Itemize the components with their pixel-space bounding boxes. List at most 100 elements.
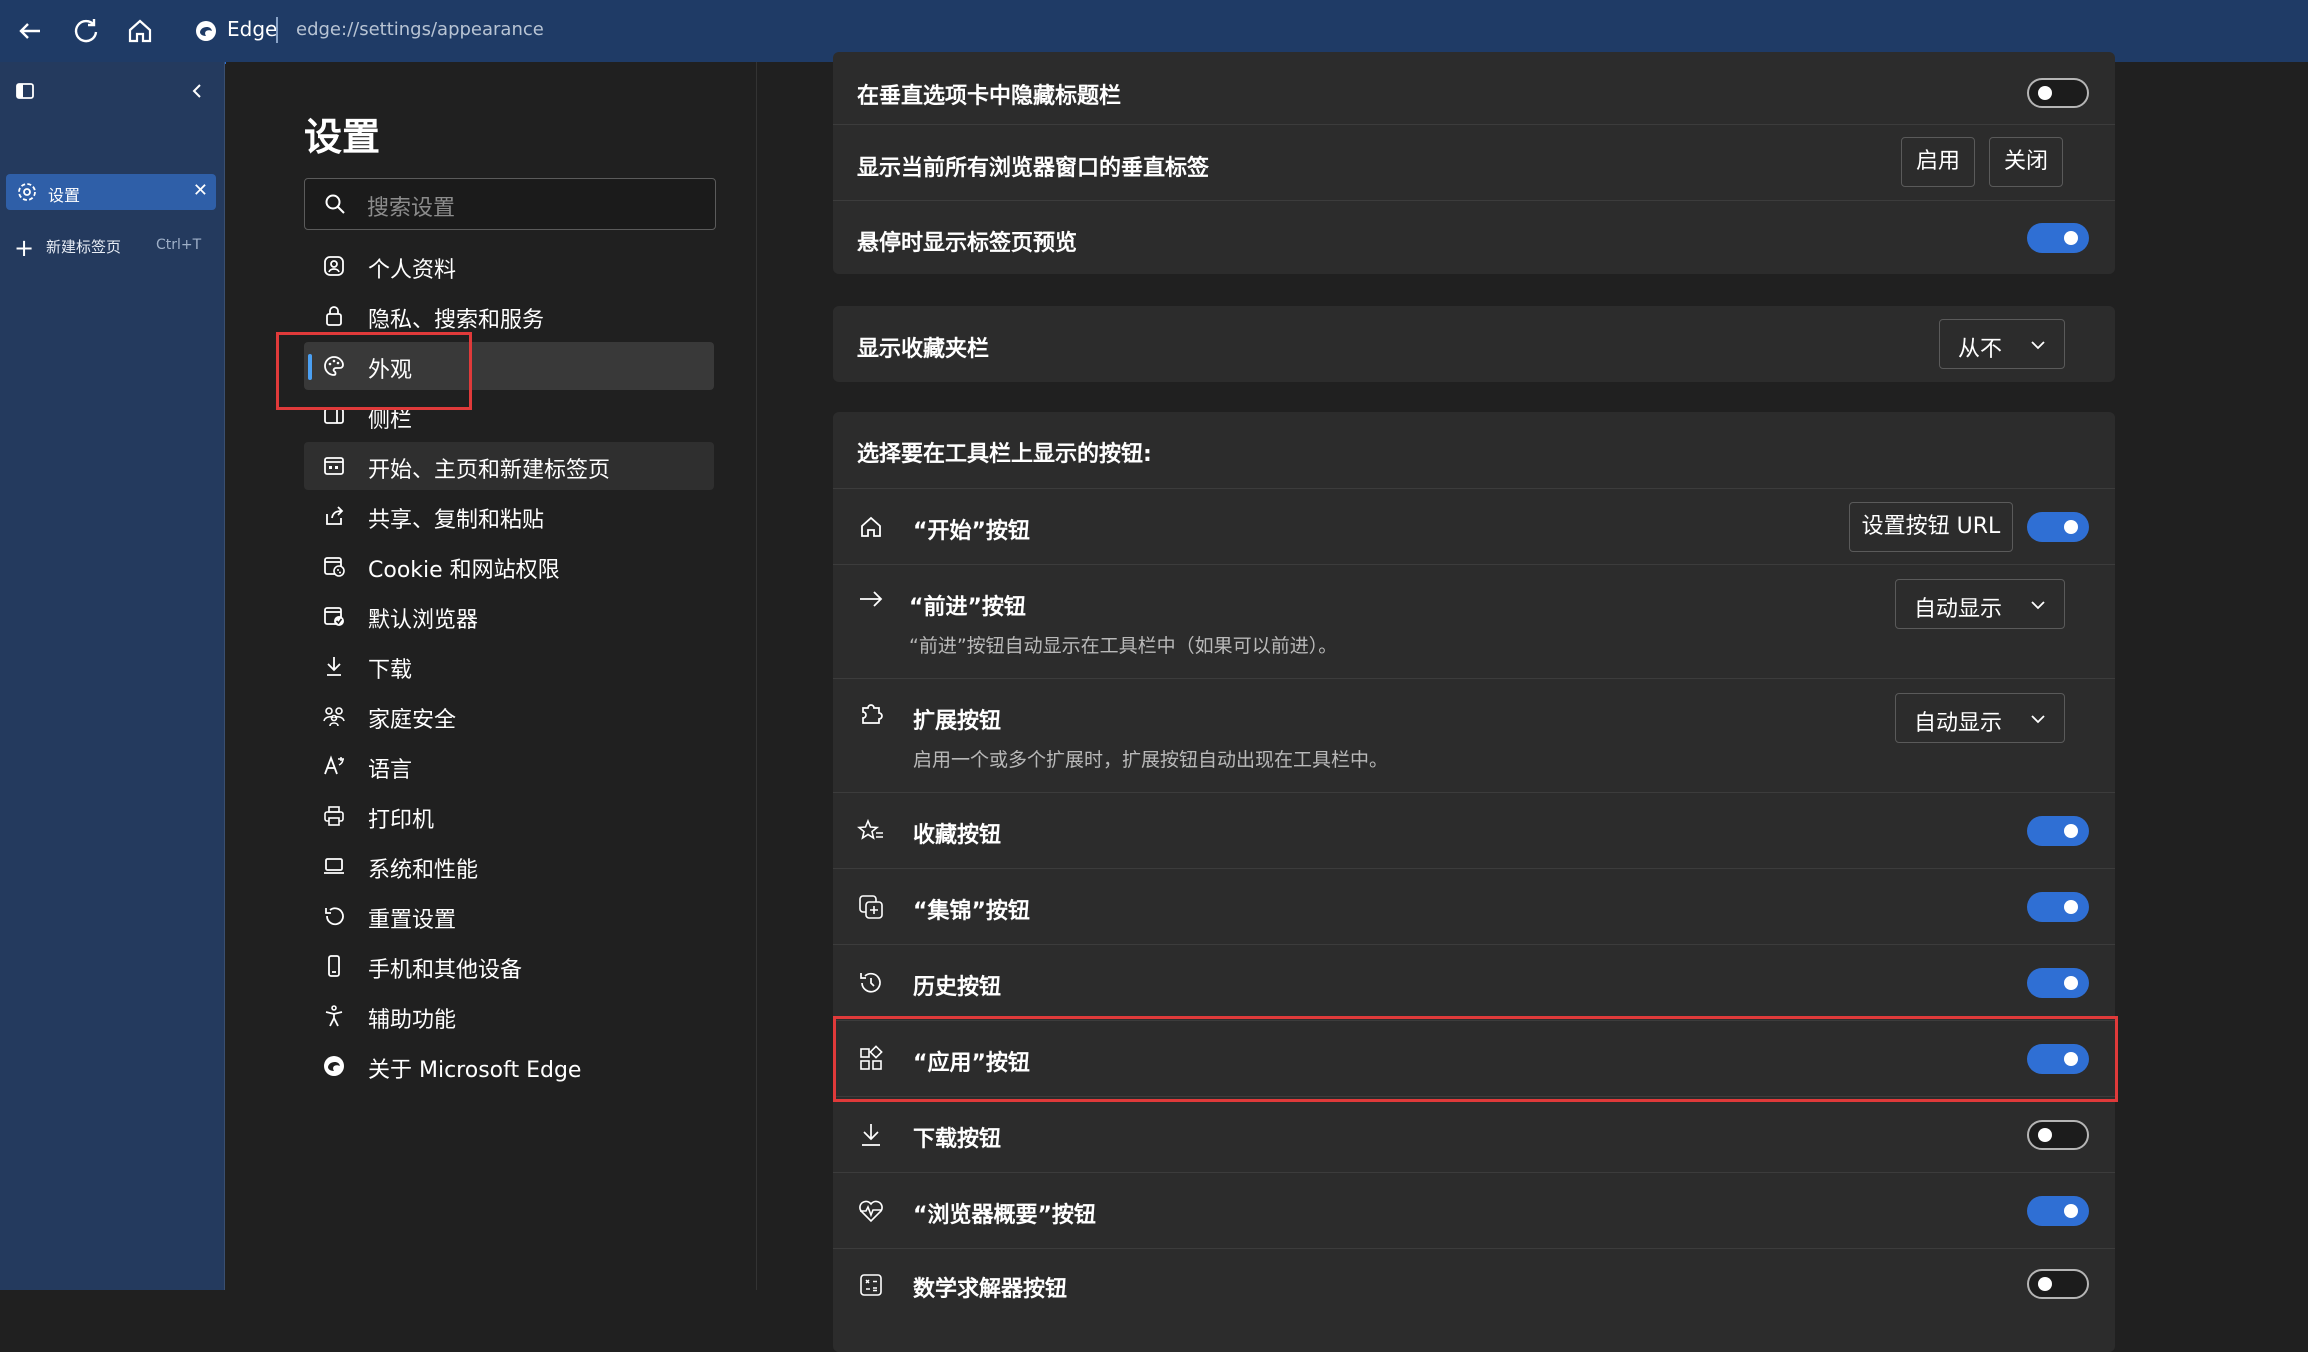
setting-label: “浏览器概要”按钮 <box>913 1203 1096 1228</box>
nav-item-reset[interactable]: 重置设置 <box>304 892 714 940</box>
favorites-bar-dropdown[interactable]: 从不 <box>1939 319 2065 369</box>
nav-item-label: 共享、复制和粘贴 <box>368 508 545 533</box>
nav-item-downloads[interactable]: 下载 <box>304 642 714 690</box>
vertical-tabs-card: 在垂直选项卡中隐藏标题栏 显示当前所有浏览器窗口的垂直标签 启用 关闭 悬停时显… <box>833 52 2115 274</box>
chevron-down-icon <box>2028 595 2048 615</box>
favorites-bar-card: 显示收藏夹栏 从不 <box>833 306 2115 382</box>
nav-item-profile[interactable]: 个人资料 <box>304 242 714 290</box>
plus-icon: + <box>14 234 35 262</box>
family-icon <box>322 704 346 728</box>
hover-preview-toggle[interactable] <box>2027 223 2089 253</box>
lock-icon <box>322 304 346 328</box>
setting-history-button: 历史按钮 <box>833 944 2115 1021</box>
nav-item-cookies[interactable]: Cookie 和网站权限 <box>304 542 714 590</box>
home-grid-icon <box>322 454 346 478</box>
favorites-button-toggle[interactable] <box>2027 816 2089 846</box>
nav-item-printers[interactable]: 打印机 <box>304 792 714 840</box>
collapse-panel-icon[interactable] <box>186 80 208 102</box>
nav-item-default-browser[interactable]: 默认浏览器 <box>304 592 714 640</box>
nav-item-label: 隐私、搜索和服务 <box>368 308 545 333</box>
nav-item-label: 关于 Microsoft Edge <box>368 1058 582 1083</box>
home-icon[interactable] <box>124 15 156 47</box>
setting-home-button: “开始”按钮 设置按钮 URL <box>833 488 2115 565</box>
essentials-button-toggle[interactable] <box>2027 1196 2089 1226</box>
setting-label: 显示收藏夹栏 <box>857 337 990 362</box>
highlight-box-appearance <box>276 332 472 410</box>
url-field[interactable]: edge://settings/appearance <box>296 19 544 40</box>
dropdown-value: 自动显示 <box>1914 597 2003 622</box>
home-button-toggle[interactable] <box>2027 512 2089 542</box>
nav-item-about[interactable]: 关于 Microsoft Edge <box>304 1042 714 1090</box>
home-icon <box>857 513 885 541</box>
nav-item-languages[interactable]: 语言 <box>304 742 714 790</box>
reset-icon <box>322 904 346 928</box>
new-tab-label: 新建标签页 <box>46 238 122 256</box>
history-button-toggle[interactable] <box>2027 968 2089 998</box>
tab-actions-icon[interactable] <box>14 80 36 102</box>
nav-item-label: 个人资料 <box>368 258 457 283</box>
printer-icon <box>322 804 346 828</box>
refresh-icon[interactable] <box>70 15 102 47</box>
setting-hide-titlebar: 在垂直选项卡中隐藏标题栏 <box>833 52 2115 124</box>
settings-content: 在垂直选项卡中隐藏标题栏 显示当前所有浏览器窗口的垂直标签 启用 关闭 悬停时显… <box>757 52 2308 1352</box>
setting-description: “前进”按钮自动显示在工具栏中（如果可以前进）。 <box>909 635 1338 657</box>
browser-name: Edge <box>227 17 278 41</box>
nav-item-system[interactable]: 系统和性能 <box>304 842 714 890</box>
nav-item-label: 开始、主页和新建标签页 <box>368 458 611 483</box>
edge-logo-icon <box>322 1054 346 1078</box>
forward-button-dropdown[interactable]: 自动显示 <box>1895 579 2065 629</box>
tab-title: 设置 <box>48 186 81 205</box>
search-placeholder: 搜索设置 <box>367 196 456 221</box>
setting-label: 收藏按钮 <box>913 823 1002 848</box>
laptop-icon <box>322 854 346 878</box>
download-icon <box>857 1121 885 1149</box>
nav-item-start-home[interactable]: 开始、主页和新建标签页 <box>304 442 714 490</box>
phone-icon <box>322 954 346 978</box>
nav-item-label: 系统和性能 <box>368 858 479 883</box>
star-list-icon <box>856 817 885 845</box>
disable-button[interactable]: 关闭 <box>1989 137 2063 187</box>
arrow-right-icon <box>857 585 885 613</box>
setting-label: 下载按钮 <box>913 1127 1002 1152</box>
setting-vertical-tabs-all: 显示当前所有浏览器窗口的垂直标签 启用 关闭 <box>833 124 2115 201</box>
collections-button-toggle[interactable] <box>2027 892 2089 922</box>
search-icon <box>323 192 347 216</box>
new-tab-shortcut: Ctrl+T <box>156 237 202 253</box>
search-input[interactable]: 搜索设置 <box>304 178 716 230</box>
enable-button[interactable]: 启用 <box>1901 137 1975 187</box>
setting-forward-button: “前进”按钮 “前进”按钮自动显示在工具栏中（如果可以前进）。 自动显示 <box>833 564 2115 679</box>
back-icon[interactable] <box>14 15 46 47</box>
setting-label: “开始”按钮 <box>913 519 1030 544</box>
new-tab-button[interactable]: + 新建标签页 Ctrl+T <box>10 232 220 262</box>
nav-item-share[interactable]: 共享、复制和粘贴 <box>304 492 714 540</box>
setting-essentials-button: “浏览器概要”按钮 <box>833 1172 2115 1249</box>
setting-downloads-button: 下载按钮 <box>833 1096 2115 1173</box>
nav-item-label: 手机和其他设备 <box>368 958 523 983</box>
setting-label: 扩展按钮 <box>913 709 1002 734</box>
section-header: 选择要在工具栏上显示的按钮: <box>857 442 1152 467</box>
set-button-url-button[interactable]: 设置按钮 URL <box>1849 502 2013 552</box>
setting-favorites-button: 收藏按钮 <box>833 792 2115 869</box>
highlight-box-apps-button <box>833 1016 2118 1102</box>
tab-settings[interactable]: 设置 ✕ <box>6 174 216 210</box>
nav-item-devices[interactable]: 手机和其他设备 <box>304 942 714 990</box>
nav-item-label: 下载 <box>368 658 413 683</box>
browser-icon <box>322 604 346 628</box>
downloads-button-toggle[interactable] <box>2027 1120 2089 1150</box>
math-solver-button-toggle[interactable] <box>2027 1269 2089 1299</box>
setting-label: “集锦”按钮 <box>913 899 1030 924</box>
extensions-button-dropdown[interactable]: 自动显示 <box>1895 693 2065 743</box>
toolbar-buttons-card: 选择要在工具栏上显示的按钮: “开始”按钮 设置按钮 URL “前进”按钮 “前… <box>833 412 2115 1352</box>
hide-titlebar-toggle[interactable] <box>2027 78 2089 108</box>
setting-hover-preview: 悬停时显示标签页预览 <box>833 200 2115 275</box>
nav-item-label: 默认浏览器 <box>368 608 479 633</box>
setting-label: “前进”按钮 <box>909 595 1026 620</box>
chevron-down-icon <box>2028 709 2048 729</box>
address-separator <box>276 17 278 43</box>
chevron-down-icon <box>2028 335 2048 355</box>
nav-item-family[interactable]: 家庭安全 <box>304 692 714 740</box>
close-icon[interactable]: ✕ <box>193 180 208 201</box>
nav-item-accessibility[interactable]: 辅助功能 <box>304 992 714 1040</box>
puzzle-icon <box>857 699 885 727</box>
nav-item-label: 家庭安全 <box>368 708 457 733</box>
